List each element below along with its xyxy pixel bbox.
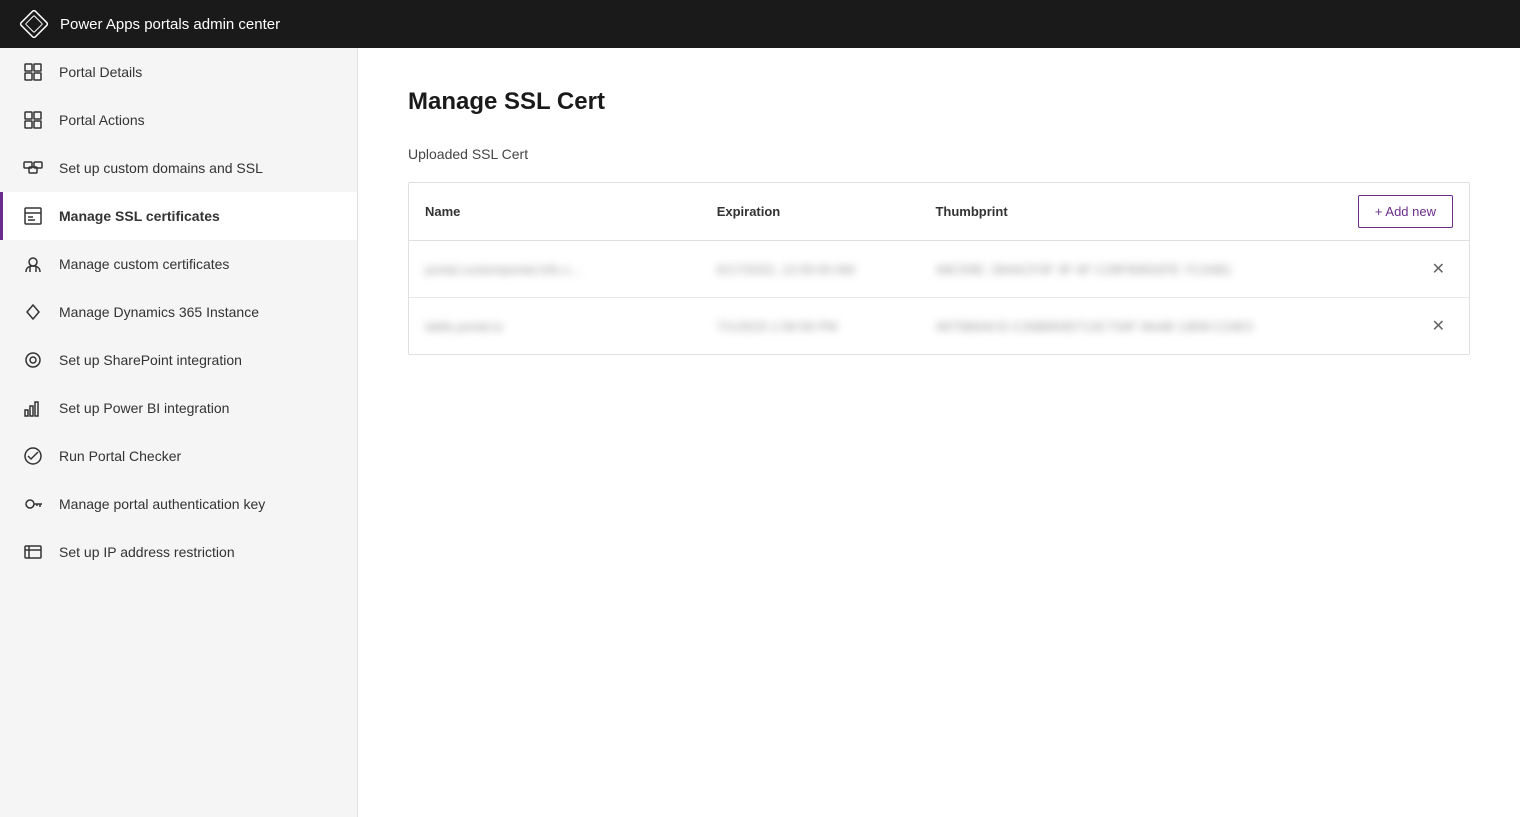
- cell-thumbprint-2: 4975B6A0:E-C26B893D713C734F 9AAB 13EB:C2…: [935, 319, 1373, 334]
- cert-icon: [23, 206, 43, 226]
- sidebar-item-ip-restriction[interactable]: Set up IP address restriction: [0, 528, 357, 576]
- table-header: Name Expiration Thumbprint + Add new: [409, 183, 1469, 241]
- col-name-header: Name: [425, 204, 717, 219]
- delete-button-2[interactable]: ✕: [1424, 312, 1453, 340]
- ssl-cert-table: Name Expiration Thumbprint + Add new por…: [408, 182, 1470, 355]
- checker-icon: [23, 446, 43, 466]
- sidebar-item-manage-ssl[interactable]: Manage SSL certificates: [0, 192, 357, 240]
- sidebar-label-custom-domains: Set up custom domains and SSL: [59, 160, 263, 176]
- cell-delete-2: ✕: [1373, 312, 1453, 340]
- cell-expiration-1: 6/17/2022, 12:00:00 AM: [717, 262, 936, 277]
- main-content: Manage SSL Cert Uploaded SSL Cert Name E…: [358, 48, 1520, 817]
- sidebar-label-portal-checker: Run Portal Checker: [59, 448, 181, 464]
- header-title: Power Apps portals admin center: [60, 16, 280, 33]
- col-actions-header: + Add new: [1373, 195, 1453, 228]
- sidebar-label-custom-certs: Manage custom certificates: [59, 256, 229, 272]
- table-row: table.portal.io 7/1/2023 1:59:59 PM 4975…: [409, 298, 1469, 354]
- domains-icon: [23, 158, 43, 178]
- grid-icon: [23, 62, 43, 82]
- sidebar-item-custom-certs[interactable]: Manage custom certificates: [0, 240, 357, 288]
- col-thumbprint-header: Thumbprint: [935, 204, 1373, 219]
- col-expiration-header: Expiration: [717, 204, 936, 219]
- sidebar-item-portal-checker[interactable]: Run Portal Checker: [0, 432, 357, 480]
- app-logo: Power Apps portals admin center: [20, 10, 280, 38]
- logo-icon: [20, 10, 48, 38]
- table-row: portal.customportal.info.c... 6/17/2022,…: [409, 241, 1469, 298]
- section-label: Uploaded SSL Cert: [408, 146, 1470, 162]
- cell-thumbprint-1: A8C93E: 394ACF3F 3F 6F C28F90832FE 7C2AB…: [935, 262, 1373, 277]
- custom-cert-icon: [23, 254, 43, 274]
- sharepoint-icon: [23, 350, 43, 370]
- cell-delete-1: ✕: [1373, 255, 1453, 283]
- sidebar-label-sharepoint: Set up SharePoint integration: [59, 352, 242, 368]
- actions-icon: [23, 110, 43, 130]
- key-icon: [23, 494, 43, 514]
- sidebar-label-portal-actions: Portal Actions: [59, 112, 145, 128]
- sidebar: Portal Details Portal Actions Set up cus…: [0, 48, 358, 817]
- ip-icon: [23, 542, 43, 562]
- sidebar-item-custom-domains[interactable]: Set up custom domains and SSL: [0, 144, 357, 192]
- powerbi-icon: [23, 398, 43, 418]
- sidebar-label-ip-restriction: Set up IP address restriction: [59, 544, 235, 560]
- sidebar-label-dynamics-instance: Manage Dynamics 365 Instance: [59, 304, 259, 320]
- main-layout: Portal Details Portal Actions Set up cus…: [0, 48, 1520, 817]
- cell-name-1: portal.customportal.info.c...: [425, 262, 717, 277]
- sidebar-item-auth-key[interactable]: Manage portal authentication key: [0, 480, 357, 528]
- sidebar-label-manage-ssl: Manage SSL certificates: [59, 208, 220, 224]
- sidebar-item-portal-actions[interactable]: Portal Actions: [0, 96, 357, 144]
- sidebar-label-powerbi: Set up Power BI integration: [59, 400, 229, 416]
- dynamics-icon: [23, 302, 43, 322]
- add-new-button[interactable]: + Add new: [1358, 195, 1453, 228]
- sidebar-item-dynamics-instance[interactable]: Manage Dynamics 365 Instance: [0, 288, 357, 336]
- app-header: Power Apps portals admin center: [0, 0, 1520, 48]
- page-title: Manage SSL Cert: [408, 88, 1470, 116]
- sidebar-label-portal-details: Portal Details: [59, 64, 142, 80]
- sidebar-item-powerbi[interactable]: Set up Power BI integration: [0, 384, 357, 432]
- sidebar-item-sharepoint[interactable]: Set up SharePoint integration: [0, 336, 357, 384]
- sidebar-label-auth-key: Manage portal authentication key: [59, 496, 265, 512]
- cell-expiration-2: 7/1/2023 1:59:59 PM: [717, 319, 936, 334]
- delete-button-1[interactable]: ✕: [1424, 255, 1453, 283]
- cell-name-2: table.portal.io: [425, 319, 717, 334]
- sidebar-item-portal-details[interactable]: Portal Details: [0, 48, 357, 96]
